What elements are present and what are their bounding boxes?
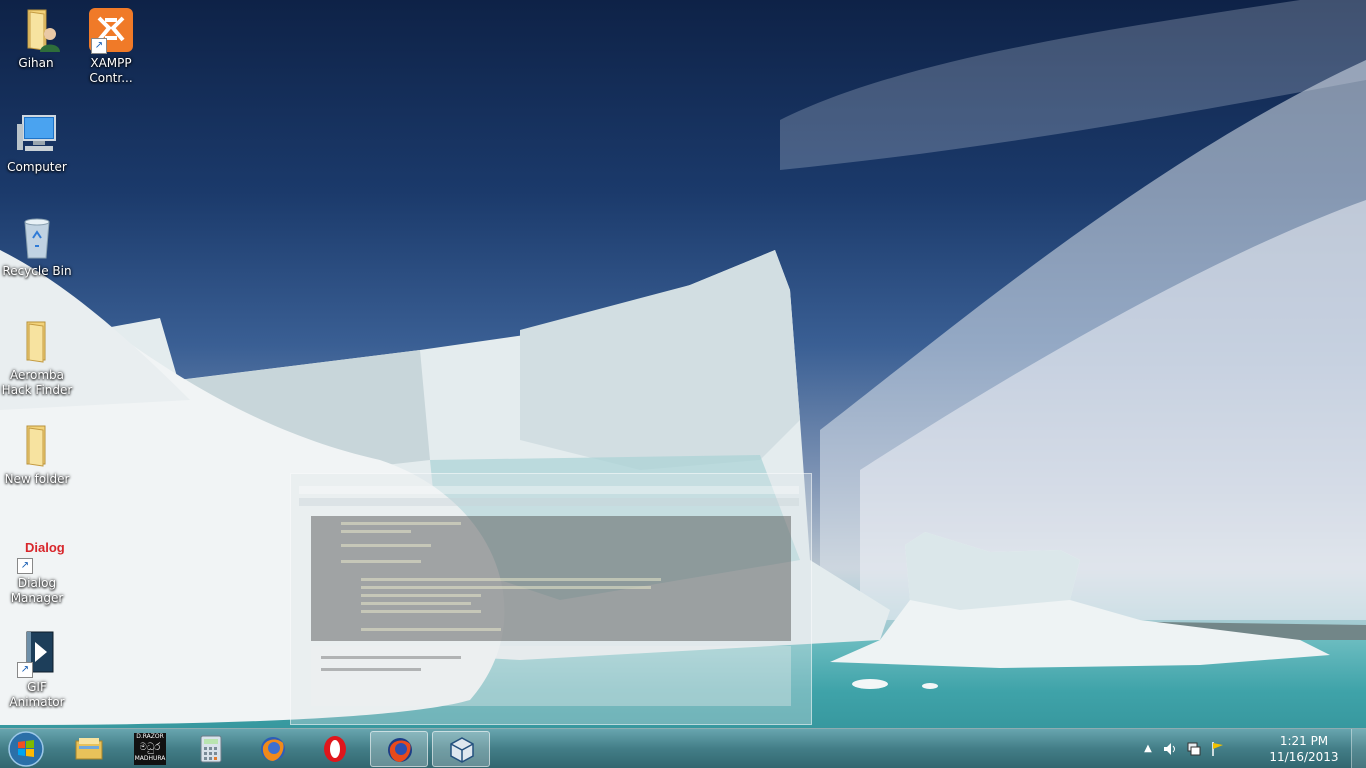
volume-icon[interactable] — [1162, 741, 1178, 757]
calculator-icon — [197, 735, 225, 763]
show-hidden-icons-chevron-icon[interactable]: ▲ — [1140, 741, 1156, 757]
firefox-icon — [259, 735, 287, 763]
shortcut-arrow-icon: ↗ — [17, 558, 33, 574]
dialog-icon: Dialog ↗ — [13, 526, 65, 574]
action-center-flag-icon[interactable] — [1210, 741, 1226, 757]
desktop-icon-label: New folder — [4, 472, 70, 486]
start-button[interactable] — [6, 730, 46, 768]
taskbar-opera[interactable] — [306, 731, 364, 767]
folder-icon — [13, 318, 61, 366]
taskbar-sinhala-app[interactable]: D.RAZOR මධුර MADHURA — [121, 731, 179, 767]
recycle-bin-icon — [13, 214, 61, 262]
taskbar-windows-explorer[interactable] — [60, 731, 118, 767]
desktop-icon-gihan[interactable]: Gihan — [0, 6, 72, 71]
taskbar-calculator[interactable] — [182, 731, 240, 767]
app-badge-icon: D.RAZOR මධුර MADHURA — [134, 733, 166, 765]
ghost-output-pane — [311, 646, 791, 706]
ghost-code-editor — [311, 516, 791, 641]
peek-ghost-window — [290, 473, 812, 725]
desktop-icon-aeromba[interactable]: Aeromba Hack Finder — [1, 318, 73, 398]
taskbar-firefox-nightly[interactable] — [370, 731, 428, 767]
desktop-icon-computer[interactable]: Computer — [1, 110, 73, 175]
desktop-icon-label: XAMPP — [90, 56, 132, 70]
desktop-icon-dialog-manager[interactable]: Dialog ↗ Dialog Manager — [1, 526, 73, 606]
folder-icon — [13, 422, 61, 470]
desktop-icon-label-2: Hack Finder — [1, 383, 73, 397]
desktop-icon-label: Recycle Bin — [2, 264, 72, 278]
opera-icon — [321, 735, 349, 763]
desktop-icon-label-2: Contr... — [89, 71, 133, 85]
badge-bottom-text: MADHURA — [134, 755, 166, 762]
xampp-icon: ↗ — [87, 6, 135, 54]
badge-top-text: D.RAZOR — [136, 733, 164, 740]
firefox-nightly-icon — [386, 736, 414, 764]
taskbar: D.RAZOR මධුර MADHURA ▲ 1:21 PM 11/16/201… — [0, 728, 1366, 768]
desktop-icon-label: GIF Animator — [9, 680, 65, 709]
shortcut-arrow-icon: ↗ — [91, 38, 107, 54]
desktop-icon-xampp[interactable]: ↗ XAMPP Contr... — [75, 6, 147, 86]
clock[interactable]: 1:21 PM 11/16/2013 — [1264, 733, 1344, 765]
dialog-logo: Dialog — [25, 540, 65, 555]
clock-date: 11/16/2013 — [1269, 750, 1339, 764]
network-icon[interactable] — [1186, 741, 1202, 757]
desktop-icon-new-folder[interactable]: New folder — [1, 422, 73, 487]
show-desktop-button[interactable] — [1351, 729, 1366, 768]
cube-icon — [448, 736, 476, 764]
desktop-icon-label: Aeromba — [9, 368, 65, 382]
desktop-icon-label: Dialog — [17, 576, 57, 590]
desktop-icon-gif-animator[interactable]: ↗ GIF Animator — [1, 630, 73, 710]
ghost-toolbar — [299, 498, 799, 506]
taskbar-virtualbox[interactable] — [432, 731, 490, 767]
shortcut-arrow-icon: ↗ — [17, 662, 33, 678]
desktop-icon-label: Computer — [7, 160, 67, 174]
user-folder-icon — [12, 6, 60, 54]
folder-library-icon — [75, 735, 103, 763]
badge-mid-text: මධුර — [139, 742, 161, 753]
clock-time: 1:21 PM — [1279, 734, 1329, 748]
desktop-icon-label: Gihan — [18, 56, 54, 70]
ghost-menubar — [299, 486, 799, 494]
gif-animator-icon: ↗ — [13, 630, 61, 678]
taskbar-firefox[interactable] — [244, 731, 302, 767]
computer-icon — [13, 110, 61, 158]
desktop-icon-recycle-bin[interactable]: Recycle Bin — [1, 214, 73, 279]
desktop-icon-label-2: Manager — [10, 591, 64, 605]
